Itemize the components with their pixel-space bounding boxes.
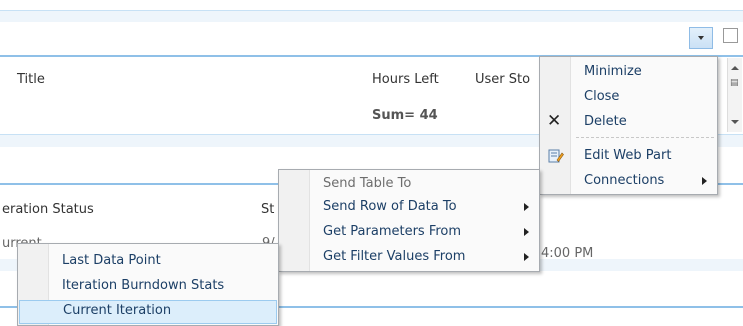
menu-item-minimize[interactable]: Minimize <box>540 61 717 83</box>
menu-item-connections[interactable]: Connections <box>540 170 717 192</box>
menu-item-get-parameters-from[interactable]: Get Parameters From <box>279 221 539 243</box>
menu-item-label: Current Iteration <box>63 303 172 318</box>
scroll-down-icon[interactable] <box>731 120 739 124</box>
menu-item-label: Iteration Burndown Stats <box>62 278 225 293</box>
chevron-down-icon <box>698 36 704 40</box>
menu-item-label: Send Table To <box>323 176 412 191</box>
menu-item-label: Edit Web Part <box>584 148 672 163</box>
menu-item-label: Send Row of Data To <box>323 199 457 214</box>
column-header-st[interactable]: St <box>261 202 274 217</box>
webpart-menu-toggle[interactable] <box>689 27 713 49</box>
time-value: 4:00 PM <box>541 246 594 261</box>
menu-item-label: Minimize <box>584 64 642 79</box>
delete-icon: ✕ <box>547 111 562 131</box>
menu-item-edit-web-part[interactable]: Edit Web Part <box>540 145 717 167</box>
connections-submenu: Send Table To Send Row of Data To Get Pa… <box>278 169 540 272</box>
menu-item-label: Get Filter Values From <box>323 249 466 264</box>
submenu-arrow-icon <box>702 177 707 185</box>
menu-item-last-data-point[interactable]: Last Data Point <box>18 250 278 272</box>
menu-item-send-row-of-data-to[interactable]: Send Row of Data To <box>279 196 539 218</box>
menu-item-label: Close <box>584 89 620 104</box>
submenu-arrow-icon <box>524 253 529 261</box>
webpart-menu: Minimize Close ✕ Delete Edit Web Part Co… <box>539 56 718 195</box>
column-header-iteration-status[interactable]: eration Status <box>2 202 94 217</box>
menu-item-label: Connections <box>584 173 665 188</box>
scroll-up-icon[interactable] <box>731 66 739 70</box>
edit-web-part-icon <box>548 148 564 163</box>
webpart-select-checkbox[interactable] <box>723 28 738 43</box>
menu-item-iteration-burndown-stats[interactable]: Iteration Burndown Stats <box>18 275 278 297</box>
column-header-user-story[interactable]: User Sto <box>475 72 530 87</box>
column-header-hours-left[interactable]: Hours Left <box>372 72 439 87</box>
column-header-title[interactable]: Title <box>17 72 45 87</box>
scrollbar[interactable]: ▤ <box>727 58 742 132</box>
menu-item-delete[interactable]: ✕ Delete <box>540 111 717 133</box>
menu-item-current-iteration[interactable]: Current Iteration <box>19 300 277 324</box>
submenu-arrow-icon <box>524 228 529 236</box>
submenu-arrow-icon <box>524 203 529 211</box>
menu-separator <box>576 137 714 138</box>
menu-item-send-table-to: Send Table To <box>279 173 539 195</box>
top-shade <box>0 11 743 22</box>
filter-values-submenu: Last Data Point Iteration Burndown Stats… <box>17 243 279 326</box>
menu-item-label: Get Parameters From <box>323 224 462 239</box>
menu-item-label: Delete <box>584 114 627 129</box>
list-icon: ▤ <box>730 78 739 88</box>
sum-total: Sum= 44 <box>372 108 438 123</box>
menu-item-close[interactable]: Close <box>540 86 717 108</box>
menu-item-get-filter-values-from[interactable]: Get Filter Values From <box>279 246 539 268</box>
top-chrome <box>0 0 743 10</box>
menu-item-label: Last Data Point <box>62 253 161 268</box>
